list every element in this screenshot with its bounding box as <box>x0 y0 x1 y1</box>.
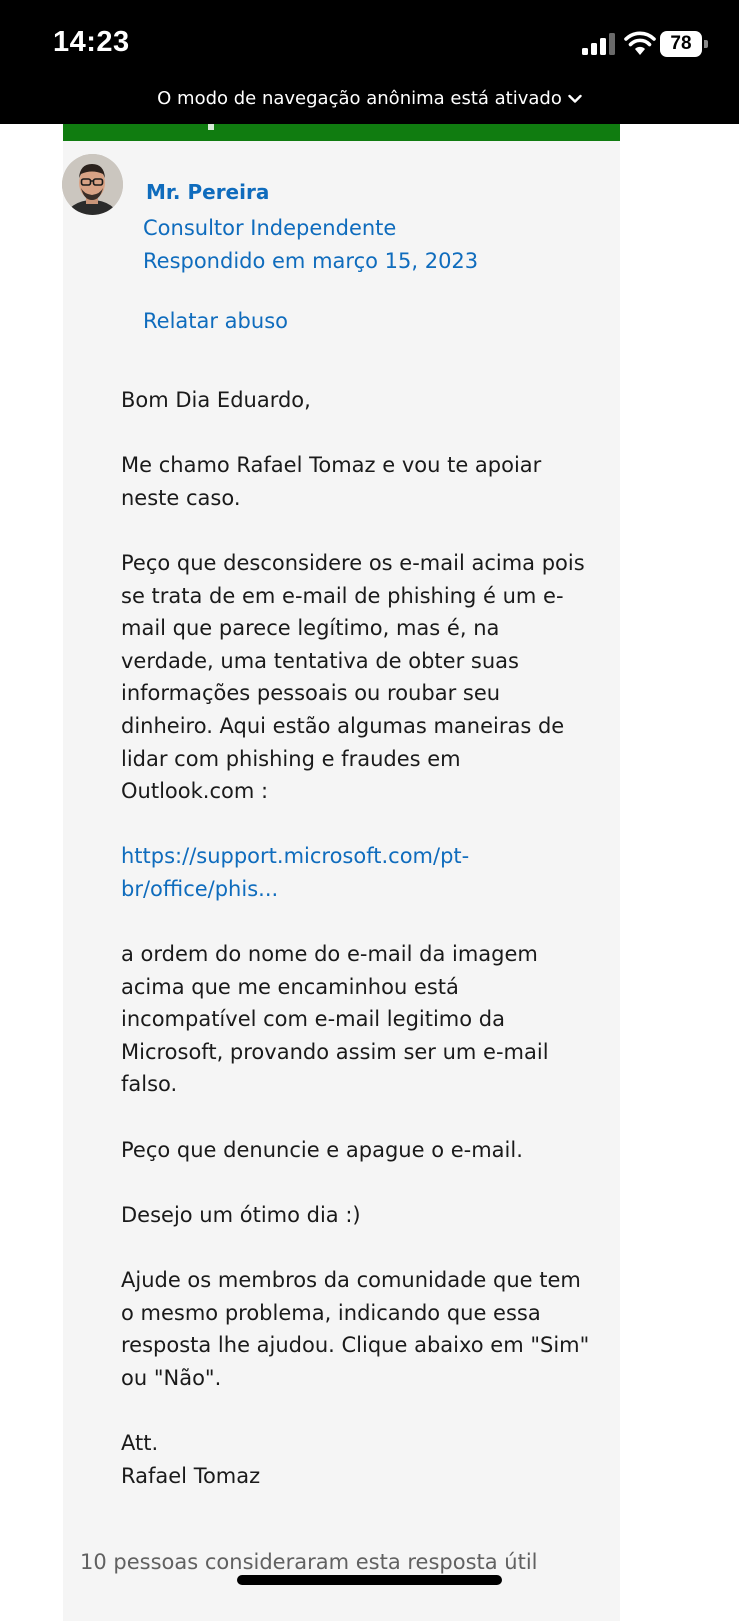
explanation-paragraph: Peço que desconsidere os e-mail acima po… <box>121 550 585 804</box>
avatar[interactable] <box>62 154 123 215</box>
status-bar: 14:23 78 O modo de navegação anônima est… <box>0 0 739 124</box>
signature-line: Rafael Tomaz <box>121 1463 261 1488</box>
intro-paragraph: Me chamo Rafael Tomaz e vou te apoiar ne… <box>121 453 542 510</box>
answer-header-strip <box>63 124 620 141</box>
avatar-photo <box>62 154 123 215</box>
author-role: Consultor Independente <box>143 216 397 240</box>
battery-tip <box>704 40 708 48</box>
helpful-count: 10 pessoas consideraram esta resposta út… <box>80 1550 538 1574</box>
author-name[interactable]: Mr. Pereira <box>146 180 269 204</box>
home-indicator[interactable] <box>237 1575 502 1585</box>
incognito-notice[interactable]: O modo de navegação anônima está ativado <box>0 88 739 109</box>
wish-paragraph: Desejo um ótimo dia :) <box>121 1202 361 1227</box>
support-link-paragraph: https://support.microsoft.com/pt-br/offi… <box>121 840 591 905</box>
answer-body: Bom Dia Eduardo, Me chamo Rafael Tomaz e… <box>121 384 591 1492</box>
report-abuse-link[interactable]: Relatar abuso <box>143 309 288 333</box>
wifi-icon <box>624 31 656 55</box>
header-strip-fragment <box>208 124 214 130</box>
support-link[interactable]: https://support.microsoft.com/pt-br/offi… <box>121 844 469 901</box>
analysis-paragraph: a ordem do nome do e-mail da imagem acim… <box>121 942 549 1097</box>
chevron-down-icon <box>568 94 582 103</box>
answered-date: Respondido em março 15, 2023 <box>143 249 479 273</box>
battery-level: 78 <box>660 31 702 57</box>
request-paragraph: Peço que denuncie e apague o e-mail. <box>121 1137 523 1162</box>
incognito-notice-label: O modo de navegação anônima está ativado <box>157 88 562 109</box>
greeting-paragraph: Bom Dia Eduardo, <box>121 388 311 412</box>
help-prompt-paragraph: Ajude os membros da comunidade que tem o… <box>121 1268 590 1390</box>
cellular-signal-icon <box>582 33 615 55</box>
battery-icon: 78 <box>660 31 709 57</box>
status-time: 14:23 <box>53 26 130 58</box>
signoff-line: Att. <box>121 1431 159 1455</box>
